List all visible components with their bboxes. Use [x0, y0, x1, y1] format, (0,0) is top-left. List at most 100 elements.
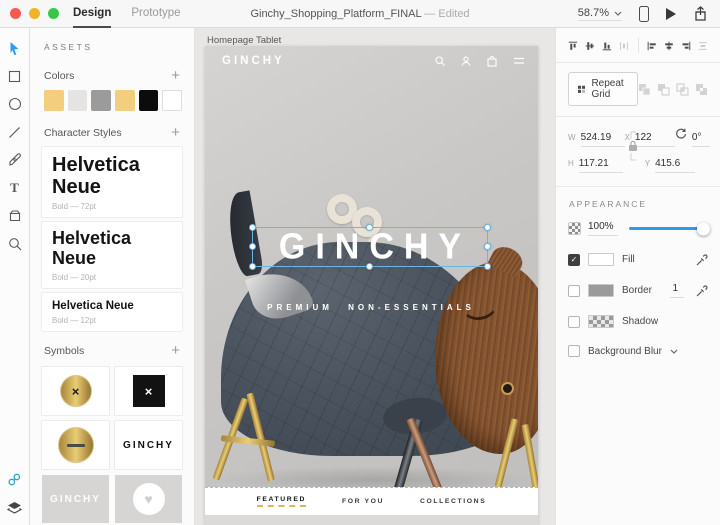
- boolean-add-icon[interactable]: [638, 83, 651, 96]
- maximize-window-button[interactable]: [48, 8, 59, 19]
- shadow-swatch[interactable]: [588, 315, 614, 328]
- repeat-grid-button[interactable]: Repeat Grid: [568, 72, 638, 106]
- shadow-checkbox[interactable]: [568, 316, 580, 328]
- color-swatch[interactable]: [91, 90, 111, 111]
- character-style-item[interactable]: Helvetica Neue Bold — 20pt: [42, 222, 182, 288]
- logo-text: GINCHY: [123, 440, 174, 451]
- selection-handle[interactable]: [484, 243, 491, 250]
- symbol-favorite[interactable]: ♥: [115, 475, 182, 523]
- text-tool[interactable]: T: [7, 180, 23, 196]
- minimize-window-button[interactable]: [29, 8, 40, 19]
- rotation-field[interactable]: 0°: [675, 128, 710, 147]
- hero-subtitle-text[interactable]: PREMIUM NON-ESSENTIALS: [245, 303, 497, 312]
- opacity-slider[interactable]: [629, 227, 708, 230]
- color-swatch[interactable]: [44, 90, 64, 111]
- selection-handle[interactable]: [366, 263, 373, 270]
- sculpture-nostril: [501, 382, 514, 395]
- border-color-swatch[interactable]: [588, 284, 614, 297]
- close-window-button[interactable]: [10, 8, 21, 19]
- shopping-bag-icon[interactable]: [487, 56, 497, 67]
- add-color-button[interactable]: +: [171, 71, 180, 81]
- artboard-tool[interactable]: [7, 208, 23, 224]
- selection-handle[interactable]: [249, 243, 256, 250]
- align-bottom-icon[interactable]: [602, 39, 612, 53]
- add-character-style-button[interactable]: +: [171, 128, 180, 138]
- symbol-button-round[interactable]: [42, 421, 109, 469]
- nav-item-featured[interactable]: FEATURED: [257, 496, 306, 507]
- assets-panel-toggle[interactable]: [7, 471, 23, 487]
- artboard-label[interactable]: Homepage Tablet: [207, 35, 281, 46]
- opacity-value[interactable]: 100%: [588, 221, 618, 236]
- color-swatch[interactable]: [162, 90, 182, 111]
- align-vertical-center-icon[interactable]: [585, 39, 595, 53]
- color-swatch[interactable]: [139, 90, 159, 111]
- zoom-tool[interactable]: [7, 236, 23, 252]
- fill-color-swatch[interactable]: [588, 253, 614, 266]
- border-label: Border: [622, 285, 662, 296]
- line-tool[interactable]: [7, 124, 23, 140]
- hero-image[interactable]: GINCHY GINCHY PREMIUM N: [205, 46, 538, 487]
- aspect-lock[interactable]: [626, 131, 638, 161]
- selection-handle[interactable]: [249, 224, 256, 231]
- height-value[interactable]: 117.21: [579, 158, 623, 173]
- opacity-slider-knob[interactable]: [697, 222, 710, 235]
- symbol-logo-light-on-gray[interactable]: GINCHY: [42, 475, 109, 523]
- height-field[interactable]: H 117.21: [568, 158, 623, 173]
- boolean-intersect-icon[interactable]: [676, 83, 689, 96]
- color-swatch[interactable]: [68, 90, 88, 111]
- artboard-homepage-tablet[interactable]: GINCHY GINCHY PREMIUM N: [205, 46, 538, 525]
- pen-tool[interactable]: [7, 152, 23, 168]
- ellipse-tool[interactable]: [7, 96, 23, 112]
- border-checkbox[interactable]: [568, 285, 580, 297]
- nav-item-collections[interactable]: COLLECTIONS: [420, 498, 486, 505]
- menu-icon[interactable]: [513, 57, 525, 65]
- tab-prototype[interactable]: Prototype: [131, 0, 180, 28]
- rectangle-tool[interactable]: [7, 68, 23, 84]
- selection-handle[interactable]: [484, 263, 491, 270]
- canvas[interactable]: Homepage Tablet GINCHY: [195, 28, 555, 525]
- symbol-close-light[interactable]: ×: [42, 367, 109, 415]
- distribute-horizontal-icon[interactable]: [619, 39, 629, 53]
- nav-item-for-you[interactable]: FOR YOU: [342, 498, 384, 505]
- align-horizontal-center-icon[interactable]: [664, 39, 674, 53]
- background-blur-checkbox[interactable]: [568, 345, 580, 357]
- fill-checkbox[interactable]: [568, 254, 580, 266]
- user-icon[interactable]: [461, 56, 471, 66]
- color-swatch[interactable]: [115, 90, 135, 111]
- symbol-logo-dark-on-light[interactable]: GINCHY: [115, 421, 182, 469]
- tab-design[interactable]: Design: [73, 0, 111, 28]
- zoom-level-control[interactable]: 58.7%: [578, 7, 622, 21]
- boolean-subtract-icon[interactable]: [657, 83, 670, 96]
- device-preview-icon[interactable]: [639, 6, 649, 22]
- x-value[interactable]: 122: [635, 132, 675, 147]
- site-logo[interactable]: GINCHY: [222, 55, 285, 67]
- selection-handle[interactable]: [249, 263, 256, 270]
- border-width-value[interactable]: 1: [670, 283, 684, 298]
- width-value[interactable]: 524.19: [581, 132, 625, 147]
- selection-handle[interactable]: [484, 224, 491, 231]
- boolean-exclude-icon[interactable]: [695, 83, 708, 96]
- hero-title-text[interactable]: GINCHY: [253, 227, 487, 267]
- chevron-down-icon[interactable]: [670, 349, 678, 354]
- align-left-icon[interactable]: [647, 39, 657, 53]
- width-field[interactable]: W 524.19: [568, 132, 625, 147]
- selection-handle[interactable]: [366, 224, 373, 231]
- search-icon[interactable]: [435, 56, 445, 66]
- distribute-vertical-icon[interactable]: [698, 39, 708, 53]
- layers-panel-toggle[interactable]: [7, 499, 23, 515]
- symbol-close-dark[interactable]: ×: [115, 367, 182, 415]
- add-symbol-button[interactable]: +: [171, 346, 180, 356]
- y-value[interactable]: 415.6: [655, 158, 695, 173]
- align-top-icon[interactable]: [568, 39, 578, 53]
- play-icon[interactable]: [666, 8, 676, 20]
- rotation-value[interactable]: 0°: [692, 132, 710, 147]
- select-tool[interactable]: [7, 40, 23, 56]
- character-style-item[interactable]: Helvetica Neue Bold — 72pt: [42, 147, 182, 217]
- align-right-icon[interactable]: [681, 39, 691, 53]
- y-field[interactable]: Y 415.6: [645, 158, 695, 173]
- share-icon[interactable]: [693, 6, 708, 22]
- selection-bounding-box[interactable]: GINCHY: [252, 227, 488, 267]
- eyedropper-icon[interactable]: [696, 254, 708, 266]
- character-style-item[interactable]: Helvetica Neue Bold — 12pt: [42, 293, 182, 332]
- eyedropper-icon[interactable]: [696, 285, 708, 297]
